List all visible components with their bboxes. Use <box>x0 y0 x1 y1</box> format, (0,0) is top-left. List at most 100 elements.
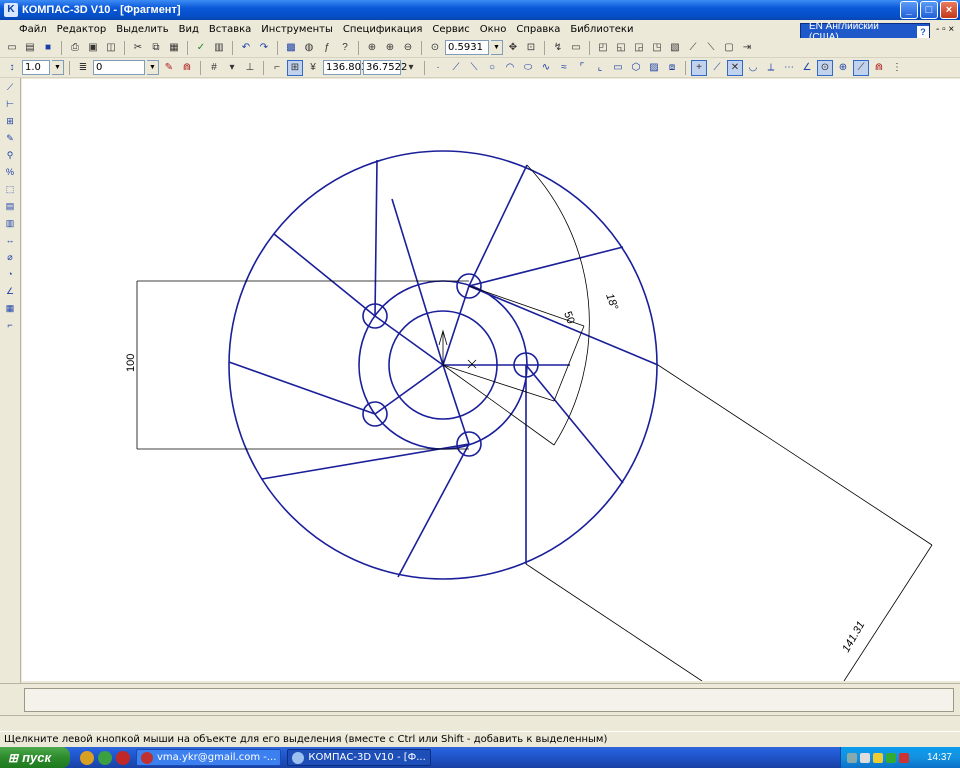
step-dropdown-icon[interactable]: ▼ <box>52 60 64 75</box>
properties-icon[interactable]: ▥ <box>211 40 227 56</box>
arc-icon[interactable]: ◠ <box>502 60 518 76</box>
fillet-icon[interactable]: ⌞ <box>592 60 608 76</box>
dim-long-label[interactable]: 141.31 <box>840 619 867 654</box>
menu-help[interactable]: Справка <box>511 24 565 35</box>
snap-normal-icon[interactable]: ⟂ <box>763 60 779 76</box>
firefox-icon[interactable] <box>80 750 94 765</box>
copy-icon[interactable]: ⧉ <box>148 40 164 56</box>
menu-editor[interactable]: Редактор <box>52 24 112 35</box>
zoom-scale-icon[interactable]: ⊙ <box>427 40 443 56</box>
show-all-icon[interactable]: ⊡ <box>523 40 539 56</box>
snap-middle-icon[interactable]: ⋯ <box>781 60 797 76</box>
fx-icon[interactable]: ƒ <box>319 40 335 56</box>
reports-panel-icon[interactable]: ▥ <box>2 215 18 231</box>
property-panel-field[interactable] <box>24 688 954 712</box>
tray-icon-4[interactable] <box>886 752 896 763</box>
drawing-canvas[interactable]: 100 50 18° 141.31 <box>22 79 960 681</box>
snap-tangent-icon[interactable]: ◡ <box>745 60 761 76</box>
tool-f-icon[interactable]: ⟋ <box>685 40 701 56</box>
menu-file[interactable]: Файл <box>14 24 52 35</box>
y-coordinate-field[interactable]: 36.7522 <box>363 60 407 75</box>
maximize-button[interactable]: □ <box>920 1 938 19</box>
edit-panel-icon[interactable]: ✎ <box>2 130 18 146</box>
spoke-4[interactable] <box>468 285 659 366</box>
layer-dropdown-icon[interactable]: ▼ <box>147 60 159 75</box>
display-icon[interactable]: ▭ <box>568 40 584 56</box>
network-tray-icon[interactable] <box>847 752 857 763</box>
snap-intersection-icon[interactable]: ✕ <box>727 59 743 76</box>
paste-icon[interactable]: ▦ <box>166 40 182 56</box>
grid-dropdown-icon[interactable]: ▾ <box>224 60 240 76</box>
antivirus-tray-icon[interactable] <box>899 752 909 763</box>
snap-line-icon[interactable]: ⟋ <box>709 60 725 76</box>
hatch-icon[interactable]: ▨ <box>646 60 662 76</box>
table-icon[interactable]: ▦ <box>2 300 18 316</box>
spoke-5[interactable] <box>525 364 624 484</box>
print-icon[interactable]: ⎙ <box>67 40 83 56</box>
zoom-window-icon[interactable]: ⊕ <box>364 40 380 56</box>
document-window-controls[interactable]: - ▫ × <box>936 24 954 35</box>
print-preview-icon[interactable]: ▣ <box>85 40 101 56</box>
snap-angle-icon[interactable]: ∠ <box>799 60 815 76</box>
snap-more-icon[interactable]: ⋮ <box>889 60 905 76</box>
polygon-icon[interactable]: ⬡ <box>628 60 644 76</box>
coord-dropdown-icon[interactable]: ▾ <box>403 60 419 76</box>
radial-dim-icon[interactable]: ◔ <box>2 266 18 282</box>
pan-icon[interactable]: ✥ <box>505 40 521 56</box>
style-icon[interactable]: ✎ <box>161 60 177 76</box>
diameter-dim-icon[interactable]: ⌀ <box>2 249 18 265</box>
leader-icon[interactable]: ⌐ <box>2 317 18 333</box>
language-help-button[interactable]: ? <box>917 26 929 38</box>
angular-dim-icon[interactable]: ∠ <box>2 283 18 299</box>
ortho-mode-icon[interactable]: ⊞ <box>287 59 303 76</box>
grid-icon[interactable]: # <box>206 60 222 76</box>
drawing-svg[interactable]: 100 50 18° 141.31 <box>22 79 960 681</box>
save-icon[interactable]: ■ <box>40 40 56 56</box>
point-icon[interactable]: · <box>430 60 446 76</box>
ortho-icon[interactable]: ⊥ <box>242 60 258 76</box>
snap-center-icon[interactable]: ⊙ <box>817 59 833 76</box>
manager-icon[interactable]: ▩ <box>283 40 299 56</box>
menu-insert[interactable]: Вставка <box>204 24 256 35</box>
taskbar-task-kompas[interactable]: КОМПАС-3D V10 - [Ф... <box>287 749 431 766</box>
zoom-out-icon[interactable]: ⊖ <box>400 40 416 56</box>
rectangle-icon[interactable]: ▭ <box>610 60 626 76</box>
dim-radial-label[interactable]: 50 <box>561 310 576 326</box>
bezier-icon[interactable]: ≈ <box>556 60 572 76</box>
circle-icon[interactable]: ○ <box>484 60 500 76</box>
snap-quadrant-icon[interactable]: ⊕ <box>835 60 851 76</box>
check-icon[interactable]: ✓ <box>193 40 209 56</box>
menu-service[interactable]: Сервис <box>427 24 474 35</box>
chamfer-icon[interactable]: ⌜ <box>574 60 590 76</box>
menu-specification[interactable]: Спецификация <box>338 24 428 35</box>
tool-h-icon[interactable]: ▢ <box>721 40 737 56</box>
geometry-panel-icon[interactable]: ⟋ <box>2 79 18 95</box>
dim-angle-label[interactable]: 18° <box>603 292 620 312</box>
equidistant-icon[interactable]: ⧈ <box>664 60 680 76</box>
spoke-2[interactable] <box>468 164 528 287</box>
parametrize-panel-icon[interactable]: ⚲ <box>2 147 18 163</box>
tool-i-icon[interactable]: ⇥ <box>739 40 755 56</box>
select-panel-icon[interactable]: ⬚ <box>2 181 18 197</box>
measure-panel-icon[interactable]: % <box>2 164 18 180</box>
spoke-1[interactable] <box>374 159 378 317</box>
spoke-3[interactable] <box>468 246 624 287</box>
tray-icon-2[interactable] <box>860 752 870 763</box>
spline-icon[interactable]: ∿ <box>538 60 554 76</box>
menu-libraries[interactable]: Библиотеки <box>565 24 638 35</box>
magnet-icon[interactable]: ⋒ <box>179 60 195 76</box>
snap-nearest-icon[interactable]: ⟋ <box>853 59 869 76</box>
start-button[interactable]: ⊞ пуск <box>0 747 70 768</box>
menu-select[interactable]: Выделить <box>111 24 173 35</box>
spoke-7[interactable] <box>397 443 470 578</box>
layer-input[interactable]: 0 <box>93 60 145 75</box>
new-document-icon[interactable]: ▭ <box>4 40 20 56</box>
dimensions-panel-icon[interactable]: ⊢ <box>2 96 18 112</box>
variables-icon[interactable]: ◍ <box>301 40 317 56</box>
menu-window[interactable]: Окно <box>475 24 512 35</box>
line-icon[interactable]: ⟋ <box>448 60 464 76</box>
ellipse-icon[interactable]: ⬭ <box>520 60 536 76</box>
symbols-panel-icon[interactable]: ⊞ <box>2 113 18 129</box>
polyline-icon[interactable]: ⟍ <box>466 60 482 76</box>
clock[interactable]: 14:37 <box>927 752 952 763</box>
